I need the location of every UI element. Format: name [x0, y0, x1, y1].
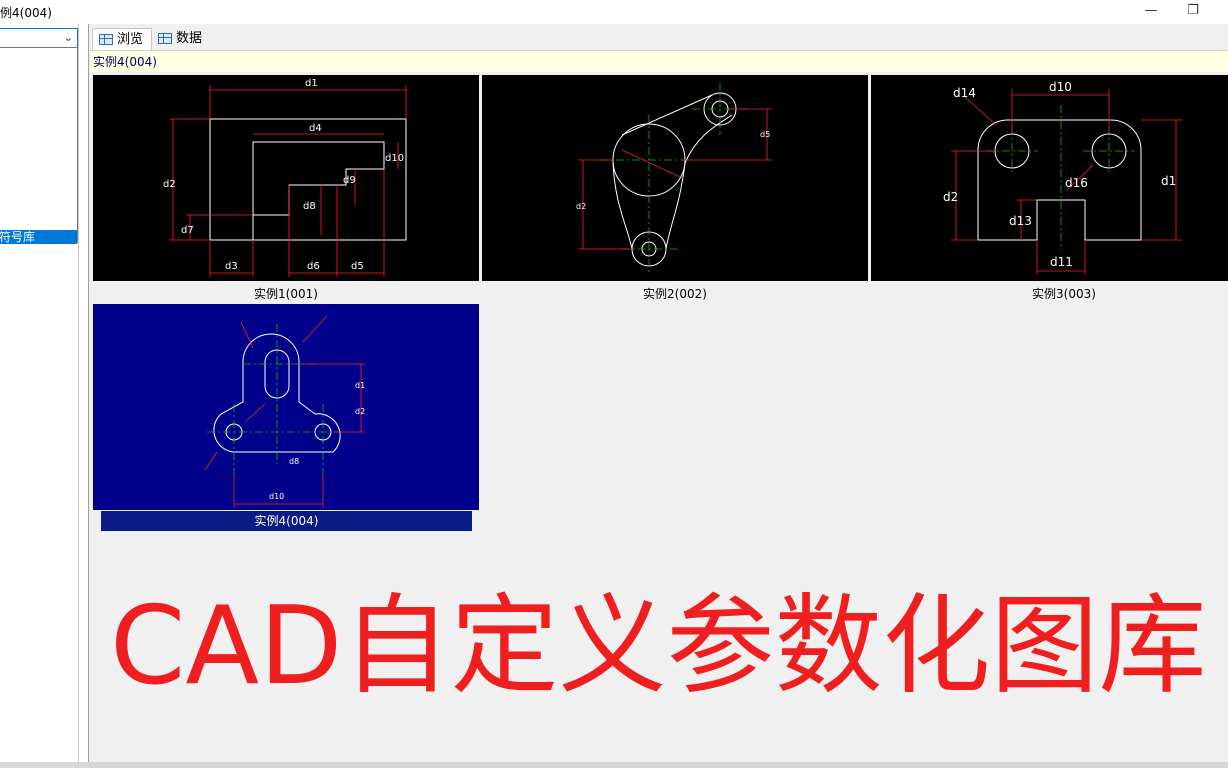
- dim-label: d10: [1049, 80, 1072, 94]
- drawing-1-preview: d1 d4 d3 d6 d5 d10 d9 d8 d2 d7: [163, 78, 407, 277]
- dim-label: d13: [1009, 214, 1032, 228]
- grid-view-icon: [99, 34, 113, 45]
- tab-data-label: 数据: [176, 31, 203, 46]
- drawing-3-preview: d10 d14 d16 d1 d2 d13 d11: [943, 80, 1182, 275]
- gallery-caption: 实例2(002): [643, 287, 707, 301]
- table-icon: [158, 33, 172, 44]
- dim-label: d11: [1050, 255, 1073, 269]
- dim-label: d1: [1161, 174, 1176, 188]
- dim-label: d8: [289, 457, 299, 466]
- dim-label: d5: [760, 130, 770, 139]
- title-bar: 例4(004) — ❐: [0, 0, 1228, 24]
- pane-divider: [78, 24, 79, 766]
- dim-label: d10: [385, 153, 404, 164]
- gallery-item-4[interactable]: d10 d1 d2 d8: [93, 304, 479, 510]
- dim-label: d4: [309, 123, 322, 134]
- gallery-caption: 实例1(001): [254, 287, 318, 301]
- restore-button[interactable]: ❐: [1170, 0, 1216, 24]
- drawing-2-preview: d5 d2: [576, 83, 772, 275]
- library-dropdown[interactable]: 符号库: [0, 47, 78, 244]
- dim-label: d10: [269, 492, 284, 501]
- dim-label: d2: [576, 202, 586, 211]
- dim-label: d5: [351, 261, 364, 272]
- dim-label: d2: [355, 407, 365, 416]
- dim-label: d6: [307, 261, 320, 272]
- headline-overlay: CAD自定义参数化图库: [110, 584, 1207, 709]
- dim-label: d1: [305, 78, 318, 89]
- dim-label: d8: [303, 201, 316, 212]
- chevron-down-icon[interactable]: ⌄: [64, 31, 73, 44]
- dim-label: d7: [181, 225, 194, 236]
- dim-label: d3: [225, 261, 238, 272]
- gallery-item-2[interactable]: d5 d2: [482, 75, 868, 281]
- dim-label: d2: [163, 179, 176, 190]
- gallery-caption: 实例3(003): [1032, 287, 1096, 301]
- dim-label: d14: [953, 86, 976, 100]
- tab-bar: 浏览 数据: [90, 28, 1228, 50]
- tab-data[interactable]: 数据: [152, 28, 212, 50]
- dim-label: d1: [355, 381, 365, 390]
- drawing-4-preview: d10 d1 d2 d8: [204, 315, 365, 508]
- selection-info-bar: 实例4(004): [90, 50, 1228, 72]
- library-item-selected[interactable]: 符号库: [0, 230, 77, 244]
- dim-label: d9: [343, 175, 356, 186]
- window-title: 例4(004): [0, 6, 52, 20]
- gallery-item-3[interactable]: d10 d14 d16 d1 d2 d13 d11: [871, 75, 1228, 281]
- library-item[interactable]: [0, 216, 77, 230]
- dim-label: d16: [1065, 176, 1088, 190]
- dim-label: d2: [943, 190, 958, 204]
- left-pane: ⌄ 符号库: [0, 24, 89, 766]
- gallery-item-1[interactable]: d1 d4 d3 d6 d5 d10 d9 d8 d2 d7: [93, 75, 479, 281]
- tab-browse[interactable]: 浏览: [92, 28, 152, 50]
- minimize-button[interactable]: —: [1128, 0, 1174, 24]
- gallery-caption-selected: 实例4(004): [101, 511, 472, 531]
- tab-browse-label: 浏览: [117, 32, 144, 47]
- status-strip: [0, 762, 1228, 768]
- library-combo[interactable]: ⌄: [0, 28, 78, 48]
